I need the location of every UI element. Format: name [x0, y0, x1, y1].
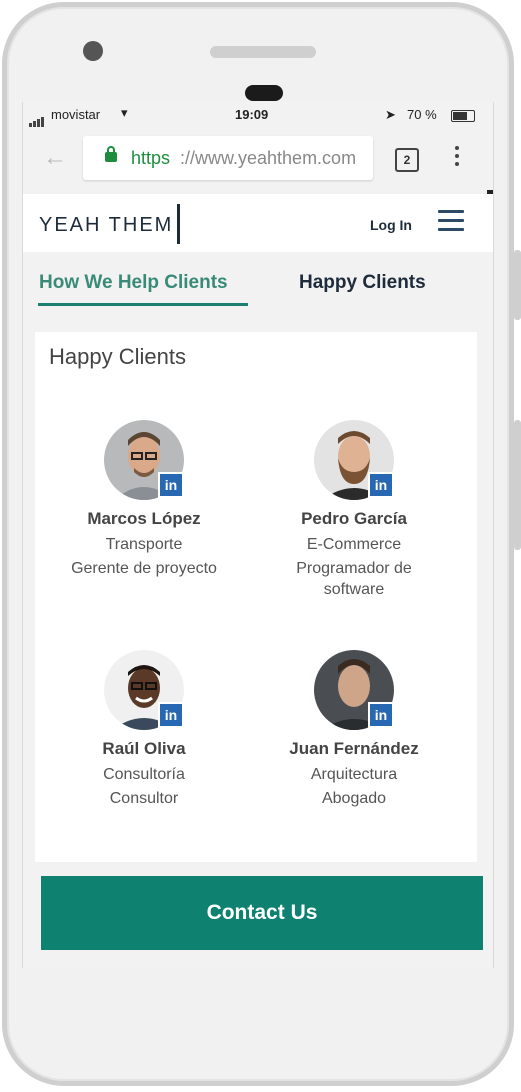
tab-happy-clients[interactable]: Happy Clients — [299, 272, 426, 294]
client-industry: E-Commerce — [306, 536, 402, 553]
status-bar: movistar ▾ 19:09 ➤ 70 % — [23, 102, 493, 128]
avatar[interactable]: in — [104, 650, 184, 730]
logo-divider — [177, 204, 180, 244]
tab-switcher-button[interactable]: 2 — [395, 148, 419, 172]
url-scheme: https — [131, 148, 171, 168]
power-button — [514, 420, 521, 550]
login-link[interactable]: Log In — [370, 217, 412, 233]
client-card: in Pedro García E-Commerce Programador d… — [249, 420, 459, 600]
browser-toolbar: ← https ://www.yeahthem.com 2 — [23, 128, 493, 190]
volume-button — [514, 250, 521, 320]
section-tabs: How We Help Clients Happy Clients — [23, 252, 493, 312]
linkedin-icon[interactable]: in — [368, 702, 394, 728]
client-card: in Marcos López Transporte Gerente de pr… — [39, 420, 249, 579]
avatar[interactable]: in — [314, 420, 394, 500]
client-industry: Transporte — [105, 536, 183, 553]
client-role: Consultor — [109, 790, 179, 807]
front-camera — [83, 41, 103, 61]
site-header: YEAH THEM Log In — [23, 194, 493, 252]
location-icon: ➤ — [385, 107, 396, 122]
avatar[interactable]: in — [314, 650, 394, 730]
contact-us-button[interactable]: Contact Us — [41, 876, 483, 950]
client-industry: Arquitectura — [310, 766, 398, 783]
linkedin-icon[interactable]: in — [158, 702, 184, 728]
phone-screen: movistar ▾ 19:09 ➤ 70 % ← https ://www.y… — [22, 102, 494, 968]
happy-clients-card: Happy Clients in Marcos López Transporte… — [35, 332, 477, 862]
linkedin-icon[interactable]: in — [158, 472, 184, 498]
tab-how-we-help[interactable]: How We Help Clients — [39, 272, 228, 294]
proximity-sensor — [245, 85, 283, 101]
avatar[interactable]: in — [104, 420, 184, 500]
client-role: Programador de software — [296, 560, 412, 598]
linkedin-icon[interactable]: in — [368, 472, 394, 498]
battery-icon — [451, 110, 475, 122]
client-role: Gerente de proyecto — [71, 560, 217, 577]
url-rest: ://www.yeahthem.com — [180, 148, 357, 168]
carrier-label: movistar — [51, 107, 101, 122]
client-name: Pedro García — [301, 509, 407, 528]
client-name: Raúl Oliva — [102, 739, 186, 758]
client-card: in Raúl Oliva Consultoría Consultor — [39, 650, 249, 809]
client-card: in Juan Fernández Arquitectura Abogado — [249, 650, 459, 809]
hamburger-menu-icon[interactable] — [438, 210, 464, 237]
menu-kebab-icon[interactable] — [455, 146, 459, 170]
active-tab-indicator — [38, 303, 248, 306]
earpiece-speaker — [210, 46, 316, 58]
client-industry: Consultoría — [103, 766, 185, 783]
signal-icon — [29, 112, 45, 127]
battery-label: 70 % — [407, 107, 437, 122]
section-title: Happy Clients — [49, 344, 186, 369]
lock-icon — [105, 146, 117, 162]
site-logo[interactable]: YEAH THEM — [39, 214, 173, 237]
client-name: Juan Fernández — [289, 739, 419, 758]
clock: 19:09 — [235, 107, 269, 122]
client-name: Marcos López — [87, 509, 201, 528]
address-bar[interactable]: https ://www.yeahthem.com — [83, 136, 373, 180]
client-role: Abogado — [321, 790, 387, 807]
back-arrow-icon[interactable]: ← — [43, 144, 67, 172]
wifi-icon: ▾ — [121, 105, 128, 120]
